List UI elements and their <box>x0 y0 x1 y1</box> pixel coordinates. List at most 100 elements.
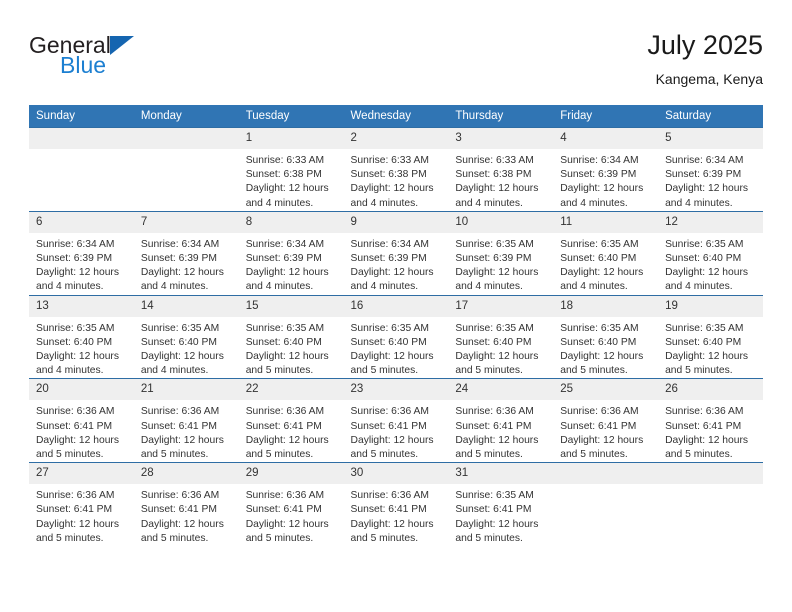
calendar-day-cell[interactable]: 22 Sunrise: 6:36 AM Sunset: 6:41 PM Dayligh… <box>238 378 344 463</box>
day-number: 1 <box>238 128 344 149</box>
day-number: 12 <box>658 211 763 233</box>
page-header: General Blue July 2025 Kangema, Kenya <box>29 28 763 96</box>
calendar-day-cell[interactable]: 31 Sunrise: 6:35 AM Sunset: 6:41 PM Dayligh… <box>448 462 554 547</box>
day-detail-block: Sunrise: 6:36 AM Sunset: 6:41 PM Daylight:… <box>134 400 239 462</box>
day-number: 29 <box>238 463 344 485</box>
sunrise-text: Sunrise: 6:36 AM <box>665 406 744 418</box>
day-number: 3 <box>448 128 554 149</box>
calendar-day-cell-empty <box>29 127 134 212</box>
weekday-header-thursday: Thursday <box>448 105 554 128</box>
daylight-text: Daylight: 12 hours <box>245 518 329 530</box>
calendar-day-cell[interactable]: 2 Sunrise: 6:33 AM Sunset: 6:38 PM Daylight… <box>343 127 449 212</box>
sunset-text: Sunset: 6:40 PM <box>140 336 217 348</box>
sunrise-text: Sunrise: 6:36 AM <box>140 490 220 502</box>
day-number: 19 <box>658 295 763 317</box>
calendar-day-cell[interactable]: 24 Sunrise: 6:36 AM Sunset: 6:41 PM Dayligh… <box>448 378 554 463</box>
daylight-text: Daylight: 12 hours <box>560 351 644 363</box>
calendar-day-cell[interactable]: 12 Sunrise: 6:35 AM Sunset: 6:40 PM Dayligh… <box>658 210 763 296</box>
day-number: 22 <box>238 379 344 401</box>
calendar-day-cell[interactable]: 16 Sunrise: 6:35 AM Sunset: 6:40 PM Dayligh… <box>343 294 449 379</box>
calendar-day-cell-empty <box>133 127 239 212</box>
location-subtitle: Kangema, Kenya <box>655 71 763 87</box>
calendar-day-cell[interactable]: 10 Sunrise: 6:35 AM Sunset: 6:39 PM Dayligh… <box>448 210 554 296</box>
daylight-text: Daylight: 12 hours <box>245 267 329 279</box>
calendar-day-cell[interactable]: 11 Sunrise: 6:35 AM Sunset: 6:40 PM Dayligh… <box>553 210 659 296</box>
day-number: 6 <box>29 211 134 233</box>
sunset-text: Sunset: 6:39 PM <box>245 253 322 265</box>
day-number <box>29 128 134 149</box>
calendar-day-cell[interactable]: 20 Sunrise: 6:36 AM Sunset: 6:41 PM Dayligh… <box>29 378 134 463</box>
calendar-day-cell[interactable]: 15 Sunrise: 6:35 AM Sunset: 6:40 PM Dayligh… <box>238 294 344 379</box>
day-detail-block: Sunrise: 6:35 AM Sunset: 6:40 PM Daylight:… <box>448 317 553 379</box>
calendar-day-cell[interactable]: 26 Sunrise: 6:36 AM Sunset: 6:41 PM Dayligh… <box>658 378 763 463</box>
calendar-day-cell[interactable]: 9 Sunrise: 6:34 AM Sunset: 6:39 PM Daylight… <box>343 210 449 296</box>
sunset-text: Sunset: 6:41 PM <box>140 504 217 516</box>
sunset-text: Sunset: 6:41 PM <box>350 420 427 432</box>
weekday-header-saturday: Saturday <box>658 105 763 128</box>
sunrise-text: Sunrise: 6:35 AM <box>245 322 325 334</box>
daylight-text-cont: and 5 minutes. <box>140 449 209 461</box>
calendar-day-cell[interactable]: 23 Sunrise: 6:36 AM Sunset: 6:41 PM Dayligh… <box>343 378 449 463</box>
calendar-day-cell[interactable]: 4 Sunrise: 6:34 AM Sunset: 6:39 PM Daylight… <box>553 127 659 212</box>
daylight-text-cont: and 5 minutes. <box>455 532 523 544</box>
triangle-flag-icon <box>109 36 134 55</box>
sunrise-text: Sunrise: 6:34 AM <box>560 155 639 166</box>
sunrise-text: Sunrise: 6:35 AM <box>665 322 744 334</box>
day-number: 8 <box>238 211 344 233</box>
sunrise-text: Sunrise: 6:36 AM <box>350 406 429 418</box>
calendar-day-cell[interactable]: 19 Sunrise: 6:35 AM Sunset: 6:40 PM Dayligh… <box>658 294 763 379</box>
sunset-text: Sunset: 6:41 PM <box>665 420 742 432</box>
calendar-day-cell[interactable]: 1 Sunrise: 6:33 AM Sunset: 6:38 PM Daylight… <box>238 127 344 212</box>
calendar-day-cell[interactable]: 25 Sunrise: 6:36 AM Sunset: 6:41 PM Dayligh… <box>553 378 659 463</box>
calendar-day-cell[interactable]: 17 Sunrise: 6:35 AM Sunset: 6:40 PM Dayligh… <box>448 294 554 379</box>
day-number: 21 <box>133 379 239 401</box>
day-detail-block: Sunrise: 6:33 AM Sunset: 6:38 PM Daylight:… <box>344 149 449 211</box>
calendar-day-cell[interactable]: 28 Sunrise: 6:36 AM Sunset: 6:41 PM Dayligh… <box>133 462 239 547</box>
daylight-text: Daylight: 12 hours <box>140 351 224 363</box>
sunset-text: Sunset: 6:38 PM <box>455 169 532 181</box>
calendar-day-cell[interactable]: 3 Sunrise: 6:33 AM Sunset: 6:38 PM Daylight… <box>448 127 554 212</box>
sunset-text: Sunset: 6:41 PM <box>560 420 637 432</box>
sunrise-text: Sunrise: 6:36 AM <box>36 490 115 502</box>
calendar-day-cell[interactable]: 6 Sunrise: 6:34 AM Sunset: 6:39 PM Daylight… <box>29 210 134 296</box>
daylight-text: Daylight: 12 hours <box>350 518 434 530</box>
daylight-text: Daylight: 12 hours <box>36 434 119 446</box>
calendar-day-cell[interactable]: 21 Sunrise: 6:36 AM Sunset: 6:41 PM Dayligh… <box>133 378 239 463</box>
day-number: 18 <box>553 295 659 317</box>
calendar-day-cell[interactable]: 27 Sunrise: 6:36 AM Sunset: 6:41 PM Dayligh… <box>29 462 134 547</box>
daylight-text: Daylight: 12 hours <box>455 518 539 530</box>
sunset-text: Sunset: 6:41 PM <box>245 504 322 516</box>
daylight-text: Daylight: 12 hours <box>245 183 329 195</box>
daylight-text-cont: and 4 minutes. <box>245 281 314 293</box>
sunrise-text: Sunrise: 6:35 AM <box>350 322 429 334</box>
day-number: 9 <box>343 211 449 233</box>
daylight-text-cont: and 5 minutes. <box>455 449 523 461</box>
day-number: 11 <box>553 211 659 233</box>
calendar-day-cell[interactable]: 29 Sunrise: 6:36 AM Sunset: 6:41 PM Dayligh… <box>238 462 344 547</box>
calendar-day-cell[interactable]: 30 Sunrise: 6:36 AM Sunset: 6:41 PM Dayligh… <box>343 462 449 547</box>
daylight-text-cont: and 4 minutes. <box>455 281 523 293</box>
brand-name-blue: Blue <box>60 52 107 78</box>
calendar-day-cell[interactable]: 13 Sunrise: 6:35 AM Sunset: 6:40 PM Dayligh… <box>29 294 134 379</box>
sunrise-text: Sunrise: 6:33 AM <box>245 155 325 166</box>
calendar-day-cell[interactable]: 7 Sunrise: 6:34 AM Sunset: 6:39 PM Daylight… <box>133 210 239 296</box>
calendar-day-cell[interactable]: 14 Sunrise: 6:35 AM Sunset: 6:40 PM Dayligh… <box>133 294 239 379</box>
daylight-text-cont: and 5 minutes. <box>36 449 104 461</box>
sunrise-text: Sunrise: 6:36 AM <box>245 406 325 418</box>
day-detail-block: Sunrise: 6:36 AM Sunset: 6:41 PM Daylight:… <box>658 400 763 462</box>
daylight-text-cont: and 4 minutes. <box>245 197 314 209</box>
sunset-text: Sunset: 6:41 PM <box>36 504 113 516</box>
sunset-text: Sunset: 6:41 PM <box>455 504 532 516</box>
sunrise-text: Sunrise: 6:35 AM <box>560 322 639 334</box>
daylight-text: Daylight: 12 hours <box>455 351 539 363</box>
day-number: 5 <box>658 128 763 149</box>
daylight-text-cont: and 4 minutes. <box>140 281 209 293</box>
calendar-day-cell[interactable]: 8 Sunrise: 6:34 AM Sunset: 6:39 PM Daylight… <box>238 210 344 296</box>
day-detail-block: Sunrise: 6:34 AM Sunset: 6:39 PM Daylight:… <box>134 233 239 295</box>
calendar-page: General Blue July 2025 Kangema, Kenya Su… <box>0 0 792 612</box>
title-block: July 2025 Kangema, Kenya <box>647 28 763 89</box>
day-number: 20 <box>29 379 134 401</box>
sunset-text: Sunset: 6:39 PM <box>140 253 217 265</box>
calendar-day-cell[interactable]: 18 Sunrise: 6:35 AM Sunset: 6:40 PM Dayligh… <box>553 294 659 379</box>
calendar-day-cell[interactable]: 5 Sunrise: 6:34 AM Sunset: 6:39 PM Daylight… <box>658 127 763 212</box>
